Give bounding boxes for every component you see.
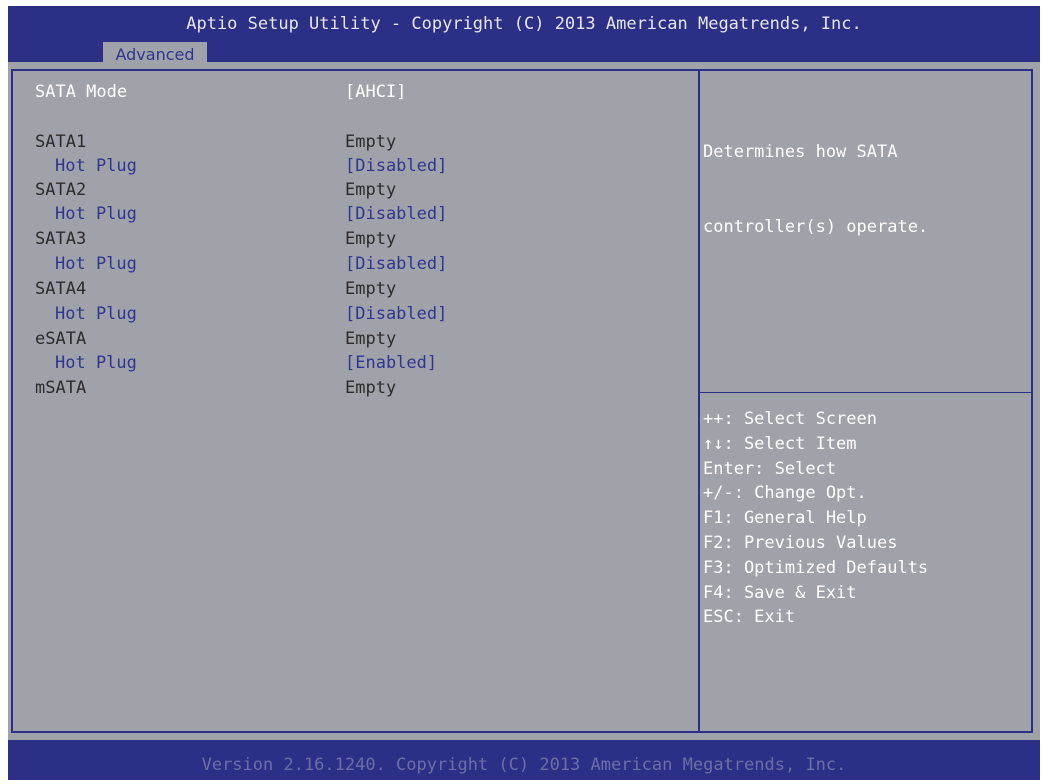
- setting-label: SATA3: [35, 229, 87, 249]
- setting-label: Hot Plug: [55, 304, 137, 324]
- key-optimized-defaults: F3: Optimized Defaults: [703, 557, 929, 578]
- setting-label: SATA2: [35, 180, 87, 200]
- vertical-divider: [698, 71, 700, 731]
- setting-value[interactable]: [Disabled]: [345, 254, 447, 274]
- help-text: Determines how SATA controller(s) operat…: [703, 90, 928, 290]
- setting-value: Empty: [345, 378, 397, 398]
- help-divider: [700, 392, 1033, 393]
- main-panel: SATA Mode [AHCI] SATA1 Empty Hot Plug [D…: [8, 62, 1040, 740]
- key-enter-select: Enter: Select: [703, 458, 837, 479]
- setting-value[interactable]: [Disabled]: [345, 304, 447, 324]
- footer-bar: Version 2.16.1240. Copyright (C) 2013 Am…: [8, 740, 1040, 780]
- key-save-exit: F4: Save & Exit: [703, 582, 857, 603]
- key-select-screen: ++: Select Screen: [703, 409, 877, 429]
- setting-value: Empty: [345, 180, 397, 200]
- key-select-item: ↑↓: Select Item: [703, 433, 857, 454]
- version-text: Version 2.16.1240. Copyright (C) 2013 Am…: [201, 755, 847, 775]
- setting-label: Hot Plug: [55, 254, 137, 274]
- setting-label: mSATA: [35, 378, 87, 398]
- key-legend: ++: Select Screen ↑↓: Select Item Enter:…: [703, 407, 928, 630]
- setting-label: SATA4: [35, 279, 87, 299]
- setting-label: SATA Mode: [35, 82, 128, 102]
- app-title: Aptio Setup Utility - Copyright (C) 2013…: [186, 14, 862, 34]
- setting-value[interactable]: [Disabled]: [345, 156, 447, 176]
- setting-msata: mSATA Empty: [35, 378, 396, 458]
- help-line: Determines how SATA: [703, 142, 898, 162]
- setting-value[interactable]: [AHCI]: [345, 82, 406, 102]
- header-bar: Aptio Setup Utility - Copyright (C) 2013…: [8, 6, 1040, 66]
- setting-label: SATA1: [35, 132, 87, 152]
- setting-value: Empty: [345, 329, 397, 349]
- setting-value[interactable]: [Enabled]: [345, 353, 437, 373]
- key-change-opt: +/-: Change Opt.: [703, 483, 867, 504]
- key-previous-values: F2: Previous Values: [703, 532, 898, 553]
- setting-label: eSATA: [35, 329, 87, 349]
- setting-value: Empty: [345, 132, 397, 152]
- help-line: controller(s) operate.: [703, 217, 929, 237]
- setting-label: Hot Plug: [55, 204, 137, 224]
- key-general-help: F1: General Help: [703, 508, 867, 529]
- setting-value: Empty: [345, 229, 397, 249]
- setting-label: Hot Plug: [55, 353, 137, 373]
- key-esc-exit: ESC: Exit: [703, 607, 796, 628]
- setting-value[interactable]: [Disabled]: [345, 204, 447, 224]
- setting-label: Hot Plug: [55, 156, 137, 176]
- setting-value: Empty: [345, 279, 397, 299]
